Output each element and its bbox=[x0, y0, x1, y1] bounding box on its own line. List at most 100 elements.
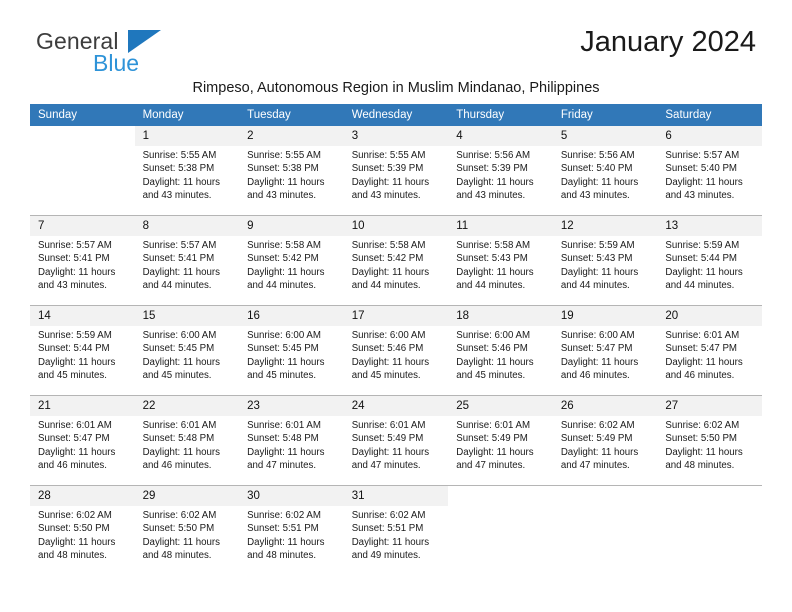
sunset-text: Sunset: 5:51 PM bbox=[247, 523, 319, 535]
daylight-text-line2: and 44 minutes. bbox=[142, 279, 212, 291]
daylight-text-line2: and 43 minutes. bbox=[560, 189, 630, 201]
day-number[interactable]: 25 bbox=[448, 396, 553, 416]
day-number[interactable]: 21 bbox=[30, 396, 135, 416]
daylight-text-line1: Daylight: 11 hours bbox=[351, 266, 430, 278]
sunset-text: Sunset: 5:40 PM bbox=[560, 163, 633, 175]
day-cell-empty bbox=[552, 486, 658, 506]
day-info: Sunrise: 6:01 AM Sunset: 5:49 PM Dayligh… bbox=[448, 416, 553, 486]
daylight-text-line1: Daylight: 11 hours bbox=[665, 356, 743, 368]
sunrise-text: Sunrise: 6:01 AM bbox=[38, 420, 112, 431]
day-number[interactable]: 2 bbox=[239, 126, 344, 146]
day-info: Sunrise: 6:00 AM Sunset: 5:46 PM Dayligh… bbox=[448, 326, 553, 396]
day-cell-empty bbox=[448, 486, 553, 506]
day-number[interactable]: 16 bbox=[239, 306, 344, 326]
daylight-text-line1: Daylight: 11 hours bbox=[351, 176, 430, 188]
sunset-text: Sunset: 5:44 PM bbox=[38, 343, 110, 355]
sunrise-text: Sunrise: 6:01 AM bbox=[247, 420, 321, 431]
sunset-text: Sunset: 5:41 PM bbox=[38, 253, 110, 265]
day-number[interactable]: 6 bbox=[657, 126, 762, 146]
daylight-text-line1: Daylight: 11 hours bbox=[38, 356, 116, 368]
daylight-text-line2: and 46 minutes. bbox=[38, 459, 107, 471]
calendar-page: General Blue January 2024 Rimpeso, Auton… bbox=[0, 0, 792, 612]
day-number[interactable]: 31 bbox=[343, 486, 449, 506]
sunrise-text: Sunrise: 6:00 AM bbox=[560, 330, 635, 341]
sunrise-text: Sunrise: 5:59 AM bbox=[665, 240, 740, 251]
calendar-header-row: Sunday Monday Tuesday Wednesday Thursday… bbox=[30, 104, 762, 126]
day-info: Sunrise: 5:57 AM Sunset: 5:41 PM Dayligh… bbox=[134, 236, 240, 306]
day-number[interactable]: 29 bbox=[134, 486, 240, 506]
day-number[interactable]: 15 bbox=[134, 306, 240, 326]
sunrise-text: Sunrise: 5:59 AM bbox=[38, 330, 112, 341]
daylight-text-line1: Daylight: 11 hours bbox=[560, 176, 639, 188]
sunrise-text: Sunrise: 5:56 AM bbox=[560, 150, 635, 161]
week-3-daynumbers: 14 15 16 17 18 19 20 bbox=[30, 306, 762, 326]
sunrise-text: Sunrise: 5:57 AM bbox=[142, 240, 217, 251]
day-number[interactable]: 17 bbox=[343, 306, 449, 326]
day-number[interactable]: 5 bbox=[552, 126, 658, 146]
day-info: Sunrise: 6:02 AM Sunset: 5:50 PM Dayligh… bbox=[657, 416, 762, 486]
day-number[interactable]: 8 bbox=[134, 216, 240, 236]
daylight-text-line2: and 43 minutes. bbox=[142, 189, 212, 201]
weekday-header-saturday: Saturday bbox=[657, 104, 762, 126]
sunrise-text: Sunrise: 5:55 AM bbox=[247, 150, 321, 161]
day-info: Sunrise: 5:55 AM Sunset: 5:38 PM Dayligh… bbox=[239, 146, 344, 216]
day-info: Sunrise: 5:56 AM Sunset: 5:40 PM Dayligh… bbox=[552, 146, 658, 216]
day-cell-empty bbox=[30, 126, 135, 146]
day-number[interactable]: 10 bbox=[343, 216, 449, 236]
daylight-text-line1: Daylight: 11 hours bbox=[247, 536, 325, 548]
day-number[interactable]: 14 bbox=[30, 306, 135, 326]
week-5-details: Sunrise: 6:02 AM Sunset: 5:50 PM Dayligh… bbox=[30, 506, 762, 575]
day-number[interactable]: 4 bbox=[448, 126, 553, 146]
daylight-text-line1: Daylight: 11 hours bbox=[665, 446, 743, 458]
day-number[interactable]: 11 bbox=[448, 216, 553, 236]
day-number[interactable]: 24 bbox=[343, 396, 449, 416]
day-number[interactable]: 27 bbox=[657, 396, 762, 416]
day-number[interactable]: 12 bbox=[552, 216, 658, 236]
day-number[interactable]: 18 bbox=[448, 306, 553, 326]
sunrise-text: Sunrise: 5:57 AM bbox=[665, 150, 740, 161]
daylight-text-line2: and 43 minutes. bbox=[351, 189, 421, 201]
day-info: Sunrise: 6:01 AM Sunset: 5:47 PM Dayligh… bbox=[657, 326, 762, 396]
daylight-text-line1: Daylight: 11 hours bbox=[456, 446, 534, 458]
day-number[interactable]: 1 bbox=[134, 126, 240, 146]
sunset-text: Sunset: 5:44 PM bbox=[665, 253, 737, 265]
day-cell-empty bbox=[657, 486, 762, 506]
day-number[interactable]: 7 bbox=[30, 216, 135, 236]
day-info: Sunrise: 6:00 AM Sunset: 5:45 PM Dayligh… bbox=[239, 326, 344, 396]
day-info: Sunrise: 6:02 AM Sunset: 5:51 PM Dayligh… bbox=[343, 506, 449, 575]
daylight-text-line2: and 43 minutes. bbox=[247, 189, 317, 201]
week-2-details: Sunrise: 5:57 AM Sunset: 5:41 PM Dayligh… bbox=[30, 236, 762, 306]
day-number[interactable]: 20 bbox=[657, 306, 762, 326]
day-number[interactable]: 23 bbox=[239, 396, 344, 416]
sunrise-sunset-calendar-table: Sunday Monday Tuesday Wednesday Thursday… bbox=[30, 104, 762, 575]
day-number[interactable]: 30 bbox=[239, 486, 344, 506]
sunrise-text: Sunrise: 5:58 AM bbox=[351, 240, 426, 251]
week-1-daynumbers: 1 2 3 4 5 6 bbox=[30, 126, 762, 146]
day-number[interactable]: 3 bbox=[343, 126, 449, 146]
sunrise-text: Sunrise: 5:58 AM bbox=[247, 240, 321, 251]
day-number[interactable]: 9 bbox=[239, 216, 344, 236]
daylight-text-line2: and 47 minutes. bbox=[560, 459, 630, 471]
weekday-header-monday: Monday bbox=[134, 104, 240, 126]
day-number[interactable]: 13 bbox=[657, 216, 762, 236]
day-number[interactable]: 22 bbox=[134, 396, 240, 416]
day-number[interactable]: 19 bbox=[552, 306, 658, 326]
day-number[interactable]: 28 bbox=[30, 486, 135, 506]
daylight-text-line2: and 48 minutes. bbox=[38, 549, 107, 561]
sunrise-text: Sunrise: 5:55 AM bbox=[142, 150, 217, 161]
day-number[interactable]: 26 bbox=[552, 396, 658, 416]
sunset-text: Sunset: 5:47 PM bbox=[560, 343, 633, 355]
sunrise-text: Sunrise: 6:02 AM bbox=[38, 510, 112, 521]
daylight-text-line2: and 43 minutes. bbox=[38, 279, 107, 291]
daylight-text-line1: Daylight: 11 hours bbox=[142, 446, 220, 458]
general-blue-logo[interactable]: General Blue bbox=[36, 28, 216, 76]
daylight-text-line2: and 49 minutes. bbox=[351, 549, 421, 561]
sunset-text: Sunset: 5:46 PM bbox=[456, 343, 528, 355]
day-info: Sunrise: 6:02 AM Sunset: 5:50 PM Dayligh… bbox=[134, 506, 240, 575]
sunset-text: Sunset: 5:47 PM bbox=[38, 433, 110, 445]
sunset-text: Sunset: 5:47 PM bbox=[665, 343, 737, 355]
page-header: General Blue January 2024 bbox=[0, 0, 792, 76]
sunset-text: Sunset: 5:48 PM bbox=[142, 433, 215, 445]
daylight-text-line1: Daylight: 11 hours bbox=[142, 176, 220, 188]
day-info: Sunrise: 6:01 AM Sunset: 5:48 PM Dayligh… bbox=[134, 416, 240, 486]
